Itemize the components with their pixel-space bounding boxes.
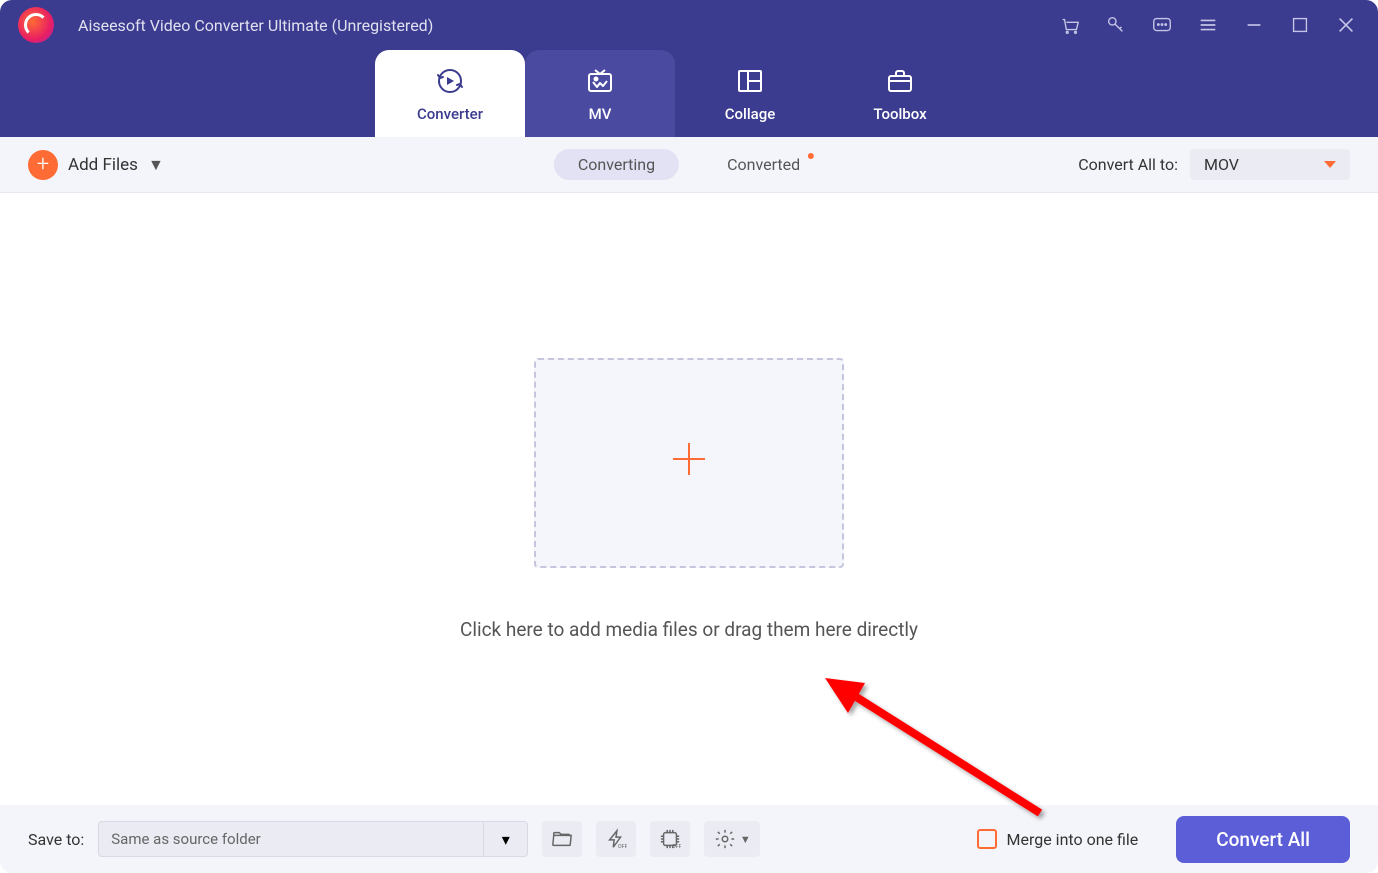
tab-toolbox-label: Toolbox — [873, 105, 926, 123]
convert-all-button[interactable]: Convert All — [1176, 816, 1350, 863]
subtab-converting[interactable]: Converting — [554, 149, 679, 180]
add-files-label: Add Files — [68, 155, 138, 175]
save-to-label: Save to: — [28, 830, 84, 849]
save-to-value: Same as source folder — [99, 830, 483, 848]
tab-converter[interactable]: Converter — [375, 50, 525, 137]
drop-zone[interactable] — [534, 358, 844, 568]
gpu-accel-button[interactable]: OFF — [650, 821, 690, 857]
settings-button[interactable]: ▼ — [704, 821, 760, 857]
add-files-button[interactable]: + Add Files ▼ — [28, 150, 164, 180]
open-folder-button[interactable] — [542, 821, 582, 857]
tab-converter-label: Converter — [417, 105, 483, 123]
chevron-down-icon: ▾ — [483, 822, 527, 856]
svg-text:OFF: OFF — [618, 844, 627, 850]
close-button[interactable] — [1332, 11, 1360, 39]
app-window: Aiseesoft Video Converter Ultimate (Unre… — [0, 0, 1378, 873]
hardware-accel-button[interactable]: OFF — [596, 821, 636, 857]
sub-tabs: Converting Converted — [554, 149, 824, 180]
tab-collage[interactable]: Collage — [675, 50, 825, 137]
toolbar: + Add Files ▼ Converting Converted Conve… — [0, 137, 1378, 193]
app-title: Aiseesoft Video Converter Ultimate (Unre… — [78, 16, 433, 35]
titlebar: Aiseesoft Video Converter Ultimate (Unre… — [0, 0, 1378, 137]
tab-mv-label: MV — [589, 105, 612, 123]
tab-mv[interactable]: MV — [525, 50, 675, 137]
feedback-icon[interactable] — [1148, 11, 1176, 39]
save-to-select[interactable]: Same as source folder ▾ — [98, 821, 528, 857]
drop-hint: Click here to add media files or drag th… — [460, 618, 918, 641]
convert-all-to: Convert All to: MOV — [1078, 149, 1350, 180]
merge-label: Merge into one file — [1007, 830, 1139, 849]
tab-toolbox[interactable]: Toolbox — [825, 50, 975, 137]
dropdown-triangle-icon — [1324, 161, 1336, 168]
cart-icon[interactable] — [1056, 11, 1084, 39]
window-controls — [1056, 11, 1360, 39]
menu-icon[interactable] — [1194, 11, 1222, 39]
app-logo-icon — [18, 7, 54, 43]
merge-checkbox[interactable] — [977, 829, 997, 849]
format-select[interactable]: MOV — [1190, 149, 1350, 180]
plus-icon: + — [28, 150, 58, 180]
notification-dot-icon — [808, 153, 814, 159]
svg-text:OFF: OFF — [672, 844, 681, 850]
format-select-value: MOV — [1204, 155, 1239, 174]
key-icon[interactable] — [1102, 11, 1130, 39]
subtab-converted[interactable]: Converted — [703, 149, 824, 180]
titlebar-top: Aiseesoft Video Converter Ultimate (Unre… — [0, 0, 1378, 50]
main-tabs: Converter MV Collage Toolbox — [0, 50, 1378, 137]
maximize-button[interactable] — [1286, 11, 1314, 39]
main-area: Click here to add media files or drag th… — [0, 193, 1378, 805]
convert-all-to-label: Convert All to: — [1078, 155, 1178, 174]
chevron-down-icon: ▼ — [148, 155, 164, 175]
tab-collage-label: Collage — [725, 105, 776, 123]
chevron-down-icon: ▼ — [740, 833, 751, 846]
merge-checkbox-row[interactable]: Merge into one file — [977, 829, 1139, 849]
bottom-bar: Save to: Same as source folder ▾ OFF OFF… — [0, 805, 1378, 873]
drop-zone-plus-icon — [665, 435, 713, 491]
minimize-button[interactable] — [1240, 11, 1268, 39]
